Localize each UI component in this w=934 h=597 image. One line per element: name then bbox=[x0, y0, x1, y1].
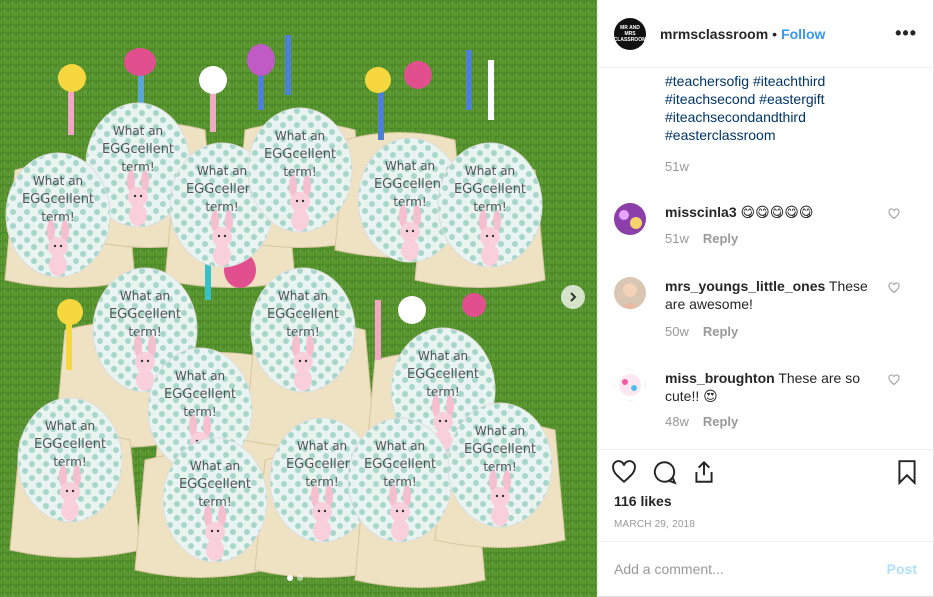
header-separator: • bbox=[772, 25, 778, 42]
commenter-avatar[interactable] bbox=[614, 277, 646, 309]
post-side-panel: MR AND MRS CLASSROOM mrmsclassroom • Follo… bbox=[597, 0, 934, 597]
caption-line[interactable]: #easterclassroom bbox=[665, 126, 825, 144]
author-avatar[interactable]: MR AND MRS CLASSROOM bbox=[614, 17, 646, 50]
like-comment-heart-icon[interactable] bbox=[888, 374, 900, 386]
bookmark-icon[interactable] bbox=[894, 459, 920, 486]
commenter-avatar[interactable] bbox=[614, 369, 646, 401]
post-image: What an EGGcellent term! bbox=[0, 0, 597, 597]
post-header: MR AND MRS CLASSROOM mrmsclassroom • Follo… bbox=[598, 0, 933, 68]
post-date[interactable]: MARCH 29, 2018 bbox=[614, 519, 695, 530]
commenter-username[interactable]: miss_broughton bbox=[665, 370, 775, 386]
comment-text: 😋😋😋😋😋 bbox=[740, 204, 814, 220]
more-options-icon[interactable]: ••• bbox=[895, 23, 917, 44]
like-comment-heart-icon[interactable] bbox=[888, 282, 900, 294]
post-photo[interactable]: What an EGGcellent term! bbox=[0, 0, 597, 597]
carousel-next-button[interactable] bbox=[561, 285, 585, 309]
caption-line[interactable]: #iteachsecondandthird bbox=[665, 108, 825, 126]
reply-button[interactable]: Reply bbox=[703, 324, 738, 339]
post-comment-button[interactable]: Post bbox=[887, 561, 917, 577]
carousel-indicator bbox=[287, 575, 303, 581]
post-caption: #teachersofig #iteachthird #iteachsecond… bbox=[665, 72, 825, 144]
follow-button[interactable]: Follow bbox=[781, 26, 825, 42]
comment-time[interactable]: 50w bbox=[665, 324, 689, 339]
caption-line[interactable]: #iteachsecond #eastergift bbox=[665, 90, 825, 108]
comments-list[interactable]: #teachersofig #iteachthird #iteachsecond… bbox=[598, 69, 933, 449]
comment-body: miss_broughton These are so cute!! 😍 bbox=[665, 369, 880, 405]
comment-bubble-icon[interactable] bbox=[651, 459, 677, 485]
reply-button[interactable]: Reply bbox=[703, 231, 738, 246]
author-username[interactable]: mrmsclassroom bbox=[660, 26, 768, 42]
like-heart-icon[interactable] bbox=[611, 459, 637, 485]
like-count[interactable]: 116 likes bbox=[614, 493, 672, 509]
carousel-dot bbox=[297, 575, 303, 581]
comment-meta: 48w Reply bbox=[665, 414, 738, 429]
commenter-avatar[interactable] bbox=[614, 203, 646, 235]
share-icon[interactable] bbox=[691, 459, 717, 485]
comment-body: mrs_youngs_little_ones These are awesome… bbox=[665, 277, 880, 313]
chevron-right-icon bbox=[570, 292, 577, 302]
comment-time[interactable]: 51w bbox=[665, 231, 689, 246]
comment-body: misscinla3 😋😋😋😋😋 bbox=[665, 203, 880, 221]
add-comment-form: Post bbox=[598, 541, 933, 596]
like-comment-heart-icon[interactable] bbox=[888, 208, 900, 220]
caption-timestamp[interactable]: 51w bbox=[665, 159, 689, 174]
commenter-username[interactable]: mrs_youngs_little_ones bbox=[665, 278, 825, 294]
reply-button[interactable]: Reply bbox=[703, 414, 738, 429]
caption-line[interactable]: #teachersofig #iteachthird bbox=[665, 72, 825, 90]
commenter-username[interactable]: misscinla3 bbox=[665, 204, 737, 220]
carousel-dot-active bbox=[287, 575, 293, 581]
comment-meta: 51w Reply bbox=[665, 231, 738, 246]
comment-time[interactable]: 48w bbox=[665, 414, 689, 429]
comment-input[interactable] bbox=[614, 561, 887, 577]
post-actions: 116 likes MARCH 29, 2018 bbox=[598, 449, 933, 541]
comment-meta: 50w Reply bbox=[665, 324, 738, 339]
